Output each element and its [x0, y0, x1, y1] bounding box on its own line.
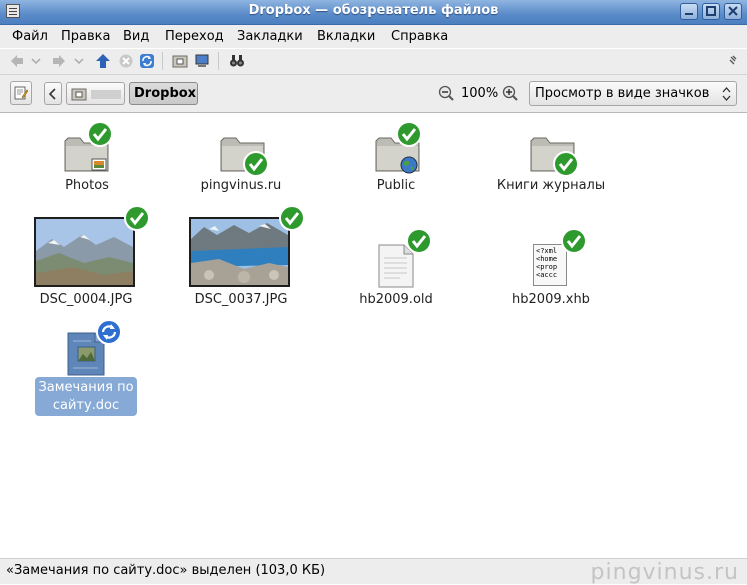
photos-icon	[91, 158, 107, 171]
synced-check-icon	[553, 151, 579, 177]
view-mode-value: Просмотр в виде значков	[535, 86, 710, 101]
computer-icon[interactable]	[194, 53, 210, 69]
image-thumbnail	[189, 217, 290, 287]
forward-history-chevron-icon[interactable]	[73, 53, 85, 69]
xml-preview-line: <accc	[536, 271, 558, 279]
menu-bar: Файл Правка Вид Переход Закладки Вкладки…	[0, 25, 747, 48]
edit-location-icon	[14, 86, 28, 100]
synced-check-icon	[124, 205, 150, 231]
menu-edit[interactable]: Правка	[61, 29, 110, 44]
file-name: DSC_0037.JPG	[194, 292, 288, 307]
file-item[interactable]: Photos	[27, 121, 147, 201]
file-name: Книги журналы	[496, 178, 606, 193]
syncing-icon	[96, 319, 122, 345]
window-title: Dropbox — обозреватель файлов	[248, 3, 499, 18]
synced-check-icon	[243, 151, 269, 177]
select-arrows-icon	[722, 87, 731, 101]
menu-help[interactable]: Справка	[391, 29, 448, 44]
file-name-line1: Замечания по	[38, 380, 134, 395]
menu-bookmarks[interactable]: Закладки	[237, 29, 303, 44]
file-name: Photos	[65, 178, 109, 193]
file-name: hb2009.xhb	[512, 292, 590, 307]
globe-icon	[400, 156, 418, 174]
file-item[interactable]: pingvinus.ru	[181, 121, 301, 201]
watermark: pingvinus.ru	[590, 560, 739, 585]
home-folder-icon[interactable]	[172, 53, 188, 69]
throbber-icon	[729, 55, 737, 65]
file-item[interactable]: DSC_0037.JPG	[181, 205, 305, 310]
file-name: hb2009.old	[359, 292, 433, 307]
menu-view[interactable]: Вид	[123, 29, 149, 44]
close-icon	[728, 6, 738, 16]
view-mode-select[interactable]: Просмотр в виде значков	[529, 81, 737, 106]
file-name: DSC_0004.JPG	[39, 292, 133, 307]
minimize-button[interactable]	[680, 3, 698, 20]
home-folder-icon	[71, 88, 87, 101]
synced-check-icon	[561, 228, 587, 254]
toolbar-separator	[162, 52, 163, 70]
breadcrumb-dropbox[interactable]: Dropbox	[129, 82, 198, 105]
file-item-selected[interactable]: Замечания по сайту.doc	[26, 316, 146, 416]
stop-icon[interactable]	[118, 53, 134, 69]
breadcrumb-label: Dropbox	[134, 86, 197, 101]
status-bar: «Замечания по сайту.doc» выделен (103,0 …	[0, 558, 747, 585]
location-bar: Dropbox 100% Просмотр в виде значков	[0, 75, 747, 113]
menu-tabs[interactable]: Вкладки	[317, 29, 375, 44]
back-history-chevron-icon[interactable]	[30, 53, 42, 69]
close-button[interactable]	[724, 3, 742, 20]
maximize-button[interactable]	[702, 3, 720, 20]
up-icon[interactable]	[95, 53, 111, 69]
breadcrumb-home[interactable]	[66, 82, 125, 105]
maximize-icon	[706, 6, 716, 16]
toggle-location-button[interactable]	[10, 81, 32, 105]
synced-check-icon	[279, 205, 305, 231]
breadcrumb-blurred-label	[91, 90, 121, 99]
zoom-in-icon[interactable]	[502, 85, 518, 101]
file-name: pingvinus.ru	[200, 178, 282, 193]
file-item[interactable]: <?xml <home <prop <accc hb2009.xhb	[491, 228, 611, 310]
menu-file[interactable]: Файл	[12, 29, 48, 44]
minimize-icon	[685, 13, 693, 15]
file-name: Public	[376, 178, 416, 193]
forward-icon[interactable]	[51, 53, 67, 69]
zoom-level: 100%	[461, 86, 499, 101]
synced-check-icon	[406, 228, 432, 254]
file-item[interactable]: Public	[336, 121, 456, 201]
zoom-out-icon[interactable]	[438, 85, 454, 101]
file-item[interactable]: Книги журналы	[491, 121, 611, 201]
synced-check-icon	[87, 121, 113, 147]
path-scroll-left-button[interactable]	[44, 82, 62, 105]
reload-icon[interactable]	[139, 53, 155, 69]
file-item[interactable]: DSC_0004.JPG	[26, 205, 150, 310]
back-icon[interactable]	[9, 53, 25, 69]
search-binoculars-icon[interactable]	[229, 53, 245, 69]
image-thumbnail	[34, 217, 135, 287]
status-text: «Замечания по сайту.doc» выделен (103,0 …	[6, 563, 326, 578]
synced-check-icon	[396, 121, 422, 147]
xml-preview-line: <prop	[536, 263, 558, 271]
xml-preview-line: <home	[536, 255, 558, 263]
title-bar: Dropbox — обозреватель файлов	[0, 0, 747, 25]
toolbar-separator	[218, 52, 219, 70]
toolbar	[0, 49, 747, 75]
file-name-line2: сайту.doc	[52, 398, 120, 413]
chevron-left-icon	[48, 88, 56, 100]
menu-go[interactable]: Переход	[165, 29, 224, 44]
file-item[interactable]: hb2009.old	[336, 228, 456, 310]
file-view[interactable]: Photos pingvinus.ru Public Книги журналы…	[0, 113, 747, 558]
